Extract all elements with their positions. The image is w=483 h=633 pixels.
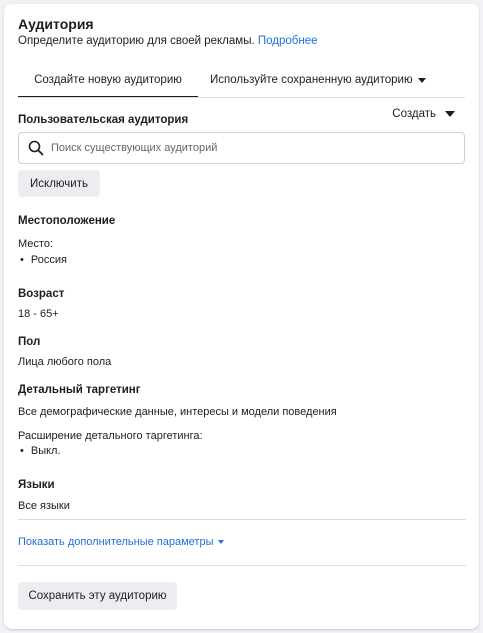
tabs-divider — [18, 97, 465, 98]
gender-value: Лица любого пола — [18, 356, 112, 368]
gender-heading: Пол — [18, 336, 41, 348]
audience-search-input[interactable] — [51, 142, 464, 154]
section-title: Аудитория — [18, 16, 94, 32]
create-dropdown-button[interactable]: Создать — [392, 108, 455, 120]
show-more-options-link[interactable]: Показать дополнительные параметры — [18, 536, 225, 548]
age-value: 18 - 65+ — [18, 308, 59, 320]
caret-down-icon — [445, 111, 455, 117]
custom-audience-label: Пользовательская аудитория — [18, 114, 189, 126]
tab-create-new-audience-label: Создайте новую аудиторию — [34, 74, 182, 86]
learn-more-link[interactable]: Подробнее — [258, 35, 318, 47]
location-heading: Местоположение — [18, 215, 116, 227]
section-subtitle: Определите аудиторию для своей рекламы. … — [18, 35, 318, 47]
exclude-button-label: Исключить — [30, 177, 88, 190]
exclude-button[interactable]: Исключить — [18, 170, 100, 197]
save-audience-button[interactable]: Сохранить эту аудиторию — [18, 582, 177, 610]
divider — [18, 519, 466, 520]
languages-heading: Языки — [18, 479, 55, 491]
detailed-targeting-value: Все демографические данные, интересы и м… — [18, 406, 337, 418]
list-item: • Россия — [20, 254, 67, 266]
subtitle-text: Определите аудиторию для своей рекламы. — [18, 35, 255, 47]
tab-use-saved-audience[interactable]: Используйте сохраненную аудиторию — [210, 62, 426, 98]
search-icon — [28, 140, 44, 156]
place-value: Россия — [30, 254, 67, 266]
caret-down-icon — [417, 77, 426, 83]
show-more-options-label: Показать дополнительные параметры — [18, 536, 214, 548]
place-label: Место: — [18, 238, 53, 250]
targeting-expansion-value: Выкл. — [30, 445, 61, 457]
list-item: • Выкл. — [20, 445, 61, 457]
age-heading: Возраст — [18, 288, 65, 300]
languages-value: Все языки — [18, 500, 70, 512]
save-audience-label: Сохранить эту аудиторию — [28, 590, 167, 602]
audience-card: Аудитория Определите аудиторию для своей… — [4, 4, 479, 629]
targeting-expansion-label: Расширение детального таргетинга: — [18, 430, 203, 442]
divider — [18, 565, 466, 566]
audience-search-field[interactable] — [18, 132, 465, 164]
detailed-targeting-heading: Детальный таргетинг — [18, 384, 141, 396]
tab-create-new-audience[interactable]: Создайте новую аудиторию — [18, 62, 198, 98]
tab-use-saved-audience-label: Используйте сохраненную аудиторию — [210, 74, 413, 86]
create-dropdown-label: Создать — [392, 108, 436, 120]
caret-down-icon — [218, 540, 225, 544]
